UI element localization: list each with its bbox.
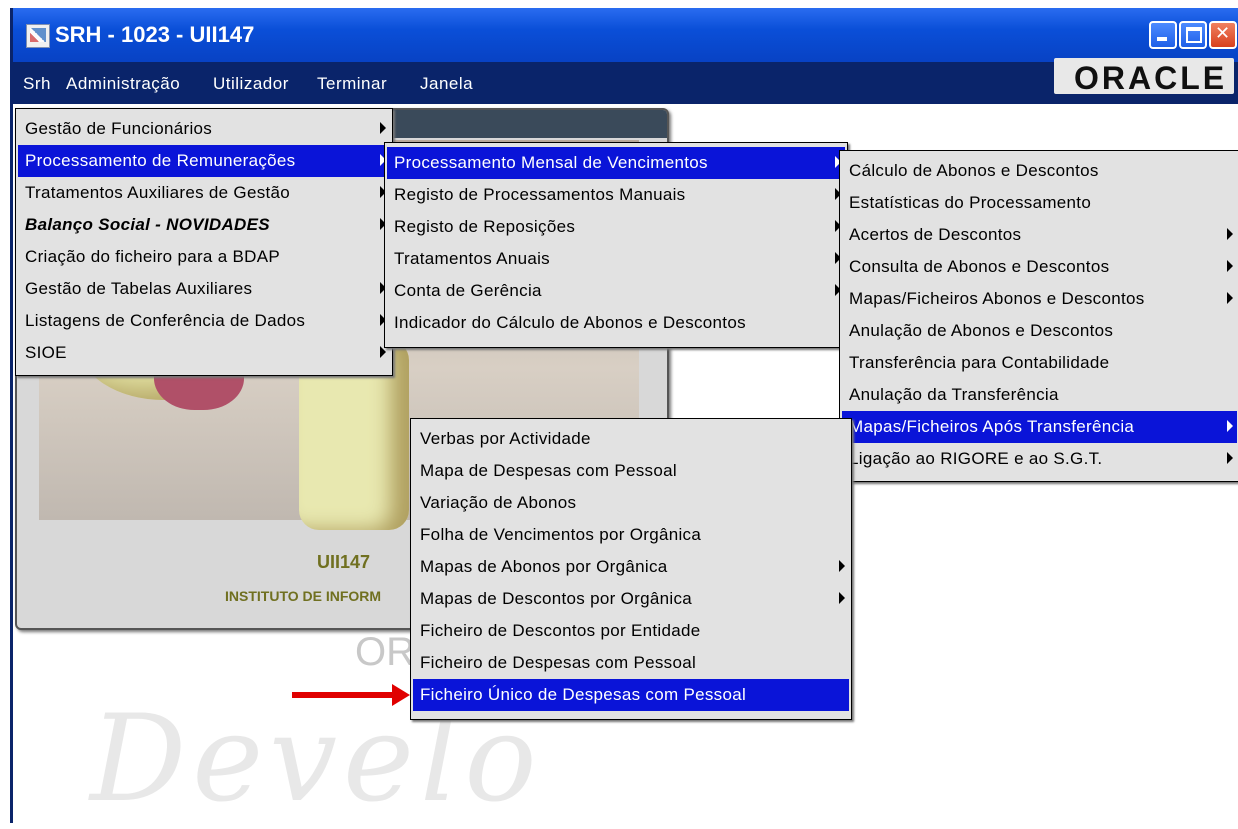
menu-item-consulta-abonos[interactable]: Consulta de Abonos e Descontos: [842, 251, 1237, 283]
menu-item-listagens-conferencia[interactable]: Listagens de Conferência de Dados: [18, 305, 390, 337]
menu-item-ficheiro-unico-despesas[interactable]: Ficheiro Único de Despesas com Pessoal: [413, 679, 849, 711]
submenu-arrow-icon: [380, 122, 386, 134]
submenu-arrow-icon: [1227, 452, 1233, 464]
menu-item-folha-vencimentos[interactable]: Folha de Vencimentos por Orgânica: [413, 519, 849, 551]
menu-item-sioe[interactable]: SIOE: [18, 337, 390, 369]
menu-item-mapas-descontos-organica[interactable]: Mapas de Descontos por Orgânica: [413, 583, 849, 615]
menu-item-variacao-abonos[interactable]: Variação de Abonos: [413, 487, 849, 519]
submenu-arrow-icon: [839, 592, 845, 604]
menu-item-gestao-tabelas[interactable]: Gestão de Tabelas Auxiliares: [18, 273, 390, 305]
submenu-arrow-icon: [1227, 292, 1233, 304]
menu-item-indicador-calculo[interactable]: Indicador do Cálculo de Abonos e Descont…: [387, 307, 845, 339]
window-title: SRH - 1023 - UII147: [55, 22, 255, 47]
menu-item-anulacao-abonos[interactable]: Anulação de Abonos e Descontos: [842, 315, 1237, 347]
menu-item-tratamentos-anuais[interactable]: Tratamentos Anuais: [387, 243, 845, 275]
menu-item-processamento-remuneracoes[interactable]: Processamento de Remunerações: [18, 145, 390, 177]
submenu-arrow-icon: [1227, 260, 1233, 272]
menu-administracao[interactable]: Administração: [66, 74, 180, 94]
menu-terminar[interactable]: Terminar: [317, 74, 387, 94]
menu-item-processamento-mensal[interactable]: Processamento Mensal de Vencimentos: [387, 147, 845, 179]
menu-item-calculo-abonos[interactable]: Cálculo de Abonos e Descontos: [842, 155, 1237, 187]
menu-item-mapas-ficheiros-abonos[interactable]: Mapas/Ficheiros Abonos e Descontos: [842, 283, 1237, 315]
mapas-ficheiros-apos-transferencia-submenu: Verbas por Actividade Mapa de Despesas c…: [410, 418, 852, 720]
red-arrow-annotation: [292, 692, 397, 698]
background-oracle-fragment: OR: [355, 630, 415, 674]
menu-srh[interactable]: Srh: [23, 74, 51, 94]
menu-item-conta-gerencia[interactable]: Conta de Gerência: [387, 275, 845, 307]
menu-item-estatisticas-processamento[interactable]: Estatísticas do Processamento: [842, 187, 1237, 219]
red-arrow-head: [392, 684, 410, 706]
app-icon[interactable]: [26, 24, 50, 48]
menu-item-anulacao-transferencia[interactable]: Anulação da Transferência: [842, 379, 1237, 411]
menu-janela[interactable]: Janela: [420, 74, 473, 94]
maximize-button[interactable]: [1179, 21, 1207, 49]
submenu-arrow-icon: [839, 560, 845, 572]
processamento-mensal-submenu: Cálculo de Abonos e Descontos Estatístic…: [839, 150, 1238, 482]
menu-item-verbas-actividade[interactable]: Verbas por Actividade: [413, 423, 849, 455]
oracle-logo: ORACLE: [1054, 58, 1234, 96]
menu-item-mapas-ficheiros-apos-transferencia[interactable]: Mapas/Ficheiros Após Transferência: [842, 411, 1237, 443]
menu-item-transferencia-contabilidade[interactable]: Transferência para Contabilidade: [842, 347, 1237, 379]
menu-item-registo-processamentos-manuais[interactable]: Registo de Processamentos Manuais: [387, 179, 845, 211]
menu-item-acertos-descontos[interactable]: Acertos de Descontos: [842, 219, 1237, 251]
menu-item-ligacao-rigore[interactable]: Ligação ao RIGORE e ao S.G.T.: [842, 443, 1237, 475]
srh-menu: Gestão de Funcionários Processamento de …: [15, 108, 393, 376]
menu-item-tratamentos-auxiliares[interactable]: Tratamentos Auxiliares de Gestão: [18, 177, 390, 209]
institute-name: INSTITUTO DE INFORM: [225, 588, 382, 604]
menu-item-mapas-abonos-organica[interactable]: Mapas de Abonos por Orgânica: [413, 551, 849, 583]
menu-item-mapa-despesas-pessoal[interactable]: Mapa de Despesas com Pessoal: [413, 455, 849, 487]
submenu-arrow-icon: [1227, 420, 1233, 432]
close-button[interactable]: [1209, 21, 1237, 49]
processamento-remuneracoes-submenu: Processamento Mensal de Vencimentos Regi…: [384, 142, 848, 348]
submenu-arrow-icon: [1227, 228, 1233, 240]
form-code: UII147: [317, 552, 371, 572]
menu-item-registo-reposicoes[interactable]: Registo de Reposições: [387, 211, 845, 243]
oracle-logo-text: ORACLE: [1074, 60, 1228, 96]
menu-item-balanco-social[interactable]: Balanço Social - NOVIDADES: [18, 209, 390, 241]
menu-utilizador[interactable]: Utilizador: [213, 74, 289, 94]
minimize-button[interactable]: [1149, 21, 1177, 49]
menu-item-gestao-funcionarios[interactable]: Gestão de Funcionários: [18, 113, 390, 145]
menu-item-criacao-ficheiro-bdap[interactable]: Criação do ficheiro para a BDAP: [18, 241, 390, 273]
menu-item-ficheiro-descontos-entidade[interactable]: Ficheiro de Descontos por Entidade: [413, 615, 849, 647]
menu-item-ficheiro-despesas-pessoal[interactable]: Ficheiro de Despesas com Pessoal: [413, 647, 849, 679]
title-bar[interactable]: SRH - 1023 - UII147: [13, 8, 1238, 62]
